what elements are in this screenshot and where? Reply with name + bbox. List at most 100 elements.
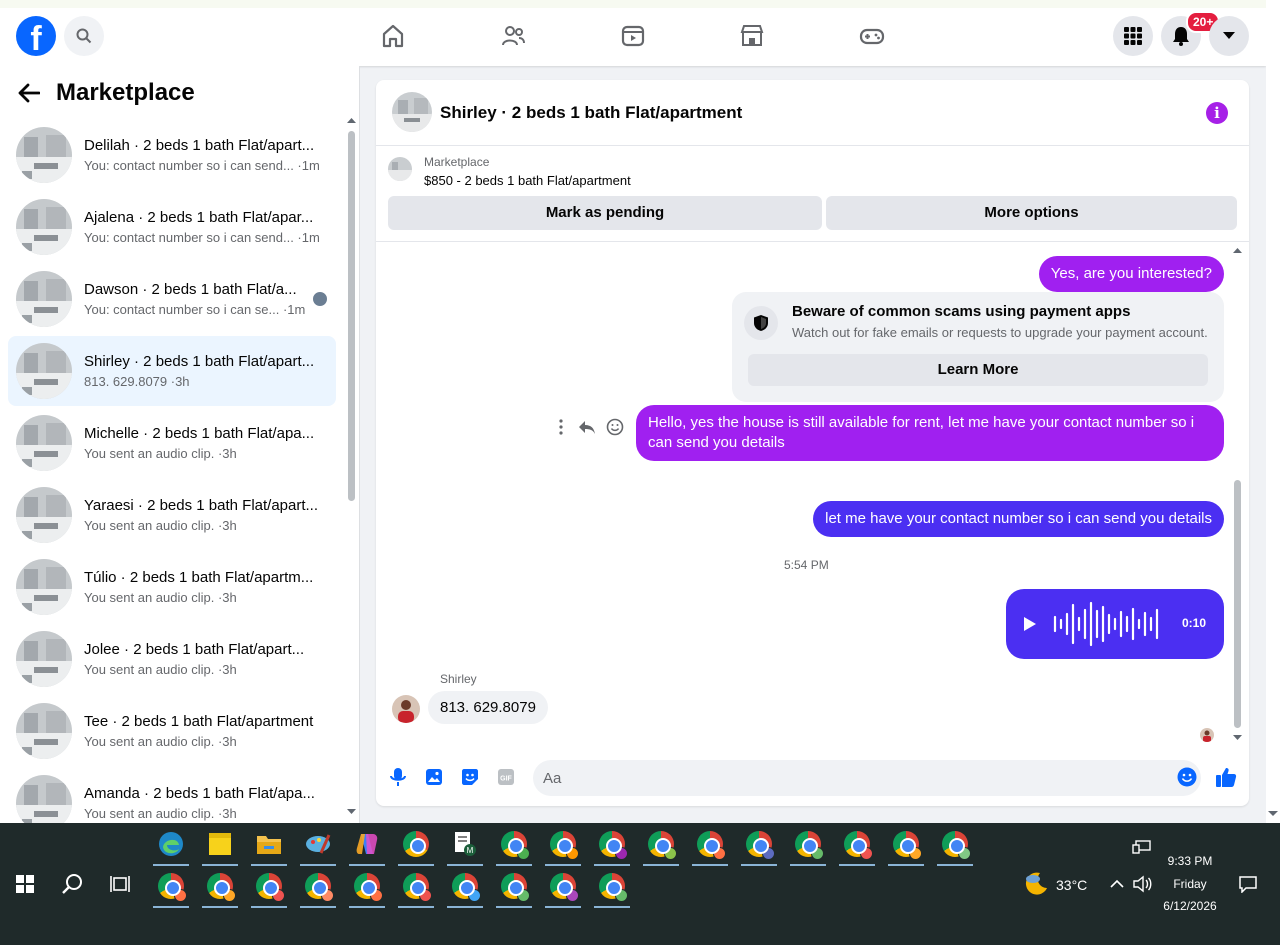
conversation-item[interactable]: Yaraesi · 2 beds 1 bath Flat/apart... You…	[8, 480, 336, 550]
chrome-browser-icon[interactable]	[836, 826, 878, 866]
sender-avatar[interactable]	[392, 695, 420, 723]
microphone-icon[interactable]	[387, 766, 409, 788]
sidebar-scrollbar[interactable]	[347, 116, 356, 816]
chrome-browser-icon[interactable]	[787, 826, 829, 866]
conversation-item[interactable]: Amanda · 2 beds 1 bath Flat/apa... You se…	[8, 768, 336, 823]
listing-thumbnail	[16, 343, 72, 399]
conversation-item[interactable]: Shirley · 2 beds 1 bath Flat/apart... 813…	[8, 336, 336, 406]
scroll-up-arrow-icon[interactable]	[1233, 246, 1242, 254]
reply-icon[interactable]	[578, 418, 596, 436]
copilot-icon[interactable]	[346, 826, 388, 866]
chrome-browser-icon[interactable]	[591, 826, 633, 866]
chrome-browser-icon[interactable]	[297, 868, 339, 908]
scroll-down-arrow-icon[interactable]	[1268, 810, 1278, 818]
conversation-item[interactable]: Jolee · 2 beds 1 bath Flat/apart... You s…	[8, 624, 336, 694]
more-options-button[interactable]: More options	[826, 196, 1237, 230]
conversation-item[interactable]: Tee · 2 beds 1 bath Flat/apartment You se…	[8, 696, 336, 766]
conversation-item[interactable]: Dawson · 2 beds 1 bath Flat/a... You: con…	[8, 264, 336, 334]
chrome-browser-icon[interactable]	[640, 826, 682, 866]
weather-moon-icon[interactable]	[1020, 867, 1052, 899]
search-icon[interactable]	[56, 868, 88, 900]
chrome-browser-icon[interactable]	[591, 868, 633, 908]
incoming-message[interactable]: 813. 629.8079	[428, 691, 548, 724]
gamepad-icon	[859, 28, 885, 45]
chrome-browser-icon[interactable]	[395, 868, 437, 908]
chrome-browser-icon[interactable]	[395, 826, 437, 866]
like-thumbs-up-icon[interactable]	[1215, 766, 1237, 788]
outgoing-message[interactable]: let me have your contact number so i can…	[813, 501, 1224, 537]
back-arrow-icon[interactable]	[18, 83, 40, 103]
photo-icon[interactable]	[423, 766, 445, 788]
listing-avatar[interactable]	[392, 92, 432, 132]
message-input[interactable]	[533, 760, 1201, 796]
windows-start-icon[interactable]	[9, 868, 41, 900]
conversation-item[interactable]: Ajalena · 2 beds 1 bath Flat/apar... You:…	[8, 192, 336, 262]
facebook-logo-icon[interactable]: f	[16, 16, 56, 56]
menu-button[interactable]	[1113, 16, 1153, 56]
chrome-browser-icon[interactable]	[738, 826, 780, 866]
mark-as-pending-button[interactable]: Mark as pending	[388, 196, 822, 230]
chat-scrollbar[interactable]	[1231, 246, 1243, 746]
chrome-browser-icon[interactable]	[689, 826, 731, 866]
message-composer: GIF	[376, 752, 1249, 806]
learn-more-button[interactable]: Learn More	[748, 354, 1208, 386]
friends-nav-button[interactable]	[499, 22, 527, 50]
task-view-icon[interactable]	[104, 868, 136, 900]
chrome-browser-icon[interactable]	[934, 826, 976, 866]
outgoing-message[interactable]: Hello, yes the house is still available …	[636, 405, 1224, 461]
svg-text:M: M	[467, 846, 474, 855]
conversation-text: Túlio · 2 beds 1 bath Flat/apartm... You …	[84, 569, 320, 605]
chrome-browser-icon[interactable]	[199, 868, 241, 908]
conversation-preview: You sent an audio clip. ·3h	[84, 662, 237, 677]
chrome-browser-icon[interactable]	[346, 868, 388, 908]
emoji-picker-icon[interactable]	[1176, 766, 1198, 788]
scroll-up-arrow-icon[interactable]	[347, 116, 356, 124]
account-menu-button[interactable]	[1209, 16, 1249, 56]
chrome-browser-icon[interactable]	[150, 868, 192, 908]
edge-browser-icon[interactable]	[150, 826, 192, 866]
audio-message[interactable]: 0:10	[1006, 589, 1224, 659]
sticker-icon[interactable]	[459, 766, 481, 788]
marketplace-nav-button[interactable]	[738, 22, 766, 50]
conversation-item[interactable]: Delilah · 2 beds 1 bath Flat/apart... You…	[8, 120, 336, 190]
emoji-react-icon[interactable]	[606, 418, 624, 436]
listing-thumbnail[interactable]	[388, 157, 412, 181]
gaming-nav-button[interactable]	[858, 22, 886, 50]
clock-date[interactable]: 6/12/2026	[1152, 899, 1228, 913]
clock-day[interactable]: Friday	[1152, 877, 1228, 891]
conversation-item[interactable]: Túlio · 2 beds 1 bath Flat/apartm... You …	[8, 552, 336, 622]
sidebar-scroll-thumb[interactable]	[348, 131, 355, 501]
play-icon[interactable]	[1024, 617, 1036, 631]
weather-temperature[interactable]: 33°C	[1056, 877, 1087, 893]
gif-icon[interactable]: GIF	[495, 766, 517, 788]
notification-center-icon[interactable]	[1232, 868, 1264, 900]
chrome-browser-icon[interactable]	[542, 868, 584, 908]
scroll-down-arrow-icon[interactable]	[347, 808, 356, 816]
file-explorer-icon[interactable]	[248, 826, 290, 866]
video-nav-button[interactable]	[619, 22, 647, 50]
chrome-browser-icon[interactable]	[542, 826, 584, 866]
seen-receipt-avatar	[312, 291, 328, 307]
chrome-browser-icon[interactable]	[493, 868, 535, 908]
listing-price-title[interactable]: $850 - 2 beds 1 bath Flat/apartment	[424, 173, 631, 188]
info-icon[interactable]: i	[1206, 102, 1228, 124]
home-nav-button[interactable]	[379, 22, 407, 50]
chat-title[interactable]: Shirley · 2 beds 1 bath Flat/apartment	[440, 103, 742, 123]
page-title: Marketplace	[56, 79, 195, 106]
chrome-browser-icon[interactable]	[493, 826, 535, 866]
more-vertical-icon[interactable]	[554, 418, 568, 436]
chrome-browser-icon[interactable]	[444, 868, 486, 908]
chrome-browser-icon[interactable]	[885, 826, 927, 866]
conversation-item[interactable]: Michelle · 2 beds 1 bath Flat/apa... You …	[8, 408, 336, 478]
chat-scroll-thumb[interactable]	[1234, 480, 1241, 728]
document-app-icon[interactable]: M	[444, 826, 486, 866]
outgoing-message[interactable]: Yes, are you interested?	[1038, 256, 1224, 292]
chrome-browser-icon[interactable]	[248, 868, 290, 908]
chrome-logo-icon	[942, 831, 971, 860]
search-button[interactable]	[64, 16, 104, 56]
page-scrollbar[interactable]	[1266, 0, 1280, 823]
scroll-down-arrow-icon[interactable]	[1233, 734, 1242, 742]
clock-time[interactable]: 9:33 PM	[1152, 854, 1228, 868]
sticky-notes-icon[interactable]	[199, 826, 241, 866]
paint-app-icon[interactable]	[297, 826, 339, 866]
